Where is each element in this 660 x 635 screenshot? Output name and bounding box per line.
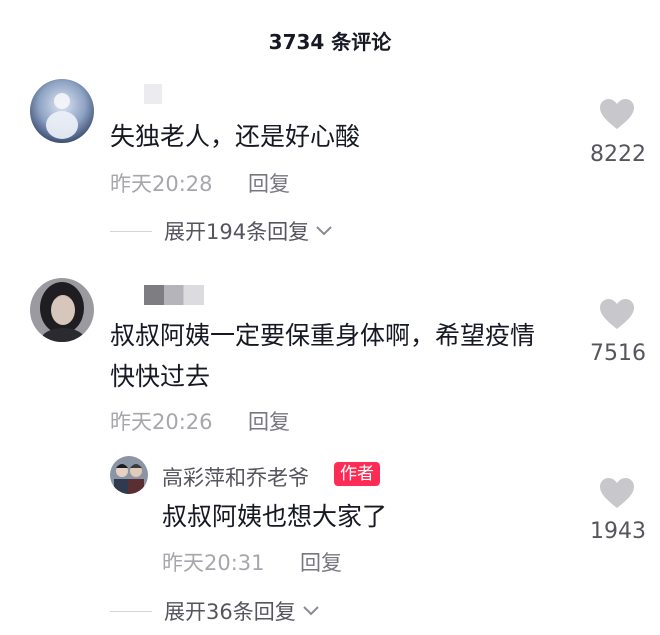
comment-time: 昨天20:28 — [110, 172, 213, 196]
like-count: 1943 — [590, 519, 646, 544]
divider-line — [110, 230, 152, 232]
comments-count-title: 3734 条评论 — [268, 30, 392, 54]
comment-text: 失独老人，还是好心酸 — [110, 122, 361, 151]
expand-replies-button[interactable]: 展开36条回复 — [110, 596, 320, 626]
like-count: 8222 — [590, 142, 646, 167]
expand-replies-button[interactable]: 展开194条回复 — [110, 216, 333, 246]
avatar[interactable] — [30, 278, 94, 342]
chevron-down-icon — [302, 602, 320, 621]
comment-text-line-2: 快快过去 — [110, 362, 211, 391]
expand-replies-label: 展开194条回复 — [164, 220, 310, 244]
reply-button[interactable]: 回复 — [300, 547, 342, 577]
heart-icon[interactable] — [599, 477, 635, 513]
comment-text-line-1: 叔叔阿姨一定要保重身体啊，希望疫情 — [110, 321, 536, 350]
divider-line — [110, 610, 152, 612]
username-masked[interactable] — [144, 84, 162, 104]
reply-time: 昨天20:31 — [162, 551, 265, 575]
comment-time: 昨天20:26 — [110, 410, 213, 434]
avatar[interactable] — [30, 79, 94, 143]
reply-button[interactable]: 回复 — [248, 168, 290, 198]
author-badge: 作者 — [334, 462, 380, 486]
heart-icon[interactable] — [599, 298, 635, 334]
reply-username[interactable]: 高彩萍和乔老爷 — [162, 462, 309, 492]
reply-text: 叔叔阿姨也想大家了 — [162, 502, 388, 531]
like-count: 7516 — [590, 341, 646, 366]
reply-avatar[interactable] — [110, 456, 148, 494]
expand-replies-label: 展开36条回复 — [164, 600, 296, 624]
chevron-down-icon — [315, 222, 333, 241]
username-masked[interactable] — [144, 285, 204, 305]
reply-button[interactable]: 回复 — [248, 406, 290, 436]
heart-icon[interactable] — [599, 98, 635, 134]
